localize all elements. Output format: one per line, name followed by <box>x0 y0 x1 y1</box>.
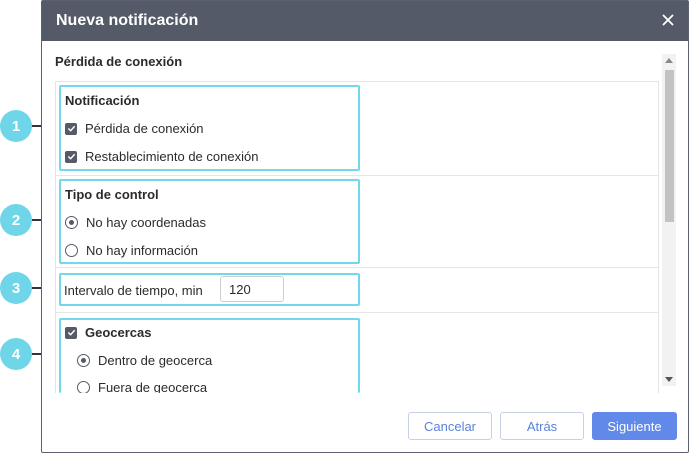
next-button[interactable]: Siguiente <box>592 412 677 440</box>
notification-group-title: Notificación <box>65 93 140 108</box>
checkbox-checked-icon <box>65 326 77 339</box>
row-divider <box>56 267 658 268</box>
checkbox-label: Restablecimiento de conexión <box>85 149 259 164</box>
scroll-thumb[interactable] <box>665 70 674 222</box>
dialog-title: Nueva notificación <box>56 12 199 29</box>
radio-selected-icon <box>77 354 90 367</box>
scroll-down-icon[interactable] <box>665 377 673 382</box>
control-type-title: Tipo de control <box>65 187 159 202</box>
notification-group: Notificación Pérdida de conexión Restabl… <box>59 85 360 171</box>
time-interval-input[interactable]: 120 <box>220 276 284 302</box>
new-notification-dialog: Nueva notificación Pérdida de conexión N… <box>41 0 689 453</box>
scrollbar[interactable] <box>662 54 676 386</box>
scroll-up-icon[interactable] <box>665 58 673 63</box>
radio-label: Fuera de geocerca <box>98 380 208 393</box>
callout-badge-1: 1 <box>0 110 32 142</box>
geofences-group: Geocercas Dentro de geocerca Fuera de ge… <box>59 318 360 393</box>
callout-badge-3: 3 <box>0 272 32 304</box>
time-interval-group: Intervalo de tiempo, min <box>59 273 360 306</box>
back-button[interactable]: Atrás <box>500 412 584 440</box>
close-icon[interactable] <box>660 12 676 28</box>
radio-label: No hay información <box>86 243 198 258</box>
radio-label: No hay coordenadas <box>86 215 206 230</box>
callout-badge-2: 2 <box>0 204 32 236</box>
radio-outside-geofence[interactable]: Fuera de geocerca <box>77 380 207 393</box>
section-title: Pérdida de conexión <box>55 54 183 69</box>
checkbox-checked-icon <box>65 122 77 135</box>
checkbox-label: Pérdida de conexión <box>85 121 204 136</box>
time-interval-label: Intervalo de tiempo, min <box>64 283 203 298</box>
radio-no-coordinates[interactable]: No hay coordenadas <box>65 215 206 230</box>
control-type-group: Tipo de control No hay coordenadas No ha… <box>59 179 360 264</box>
checkbox-label: Geocercas <box>85 325 152 340</box>
radio-selected-icon <box>65 216 78 229</box>
radio-unselected-icon <box>77 381 90 393</box>
checkbox-connection-loss[interactable]: Pérdida de conexión <box>65 121 204 136</box>
radio-unselected-icon <box>65 244 78 257</box>
checkbox-connection-restore[interactable]: Restablecimiento de conexión <box>65 149 258 164</box>
dialog-titlebar: Nueva notificación <box>42 1 688 41</box>
callout-badge-4: 4 <box>0 338 32 370</box>
radio-label: Dentro de geocerca <box>98 353 213 368</box>
row-divider <box>56 312 658 313</box>
checkbox-checked-icon <box>65 150 77 163</box>
radio-no-information[interactable]: No hay información <box>65 243 198 258</box>
checkbox-geofences[interactable]: Geocercas <box>65 325 152 340</box>
row-divider <box>56 175 658 176</box>
radio-inside-geofence[interactable]: Dentro de geocerca <box>77 353 212 368</box>
cancel-button[interactable]: Cancelar <box>408 412 492 440</box>
